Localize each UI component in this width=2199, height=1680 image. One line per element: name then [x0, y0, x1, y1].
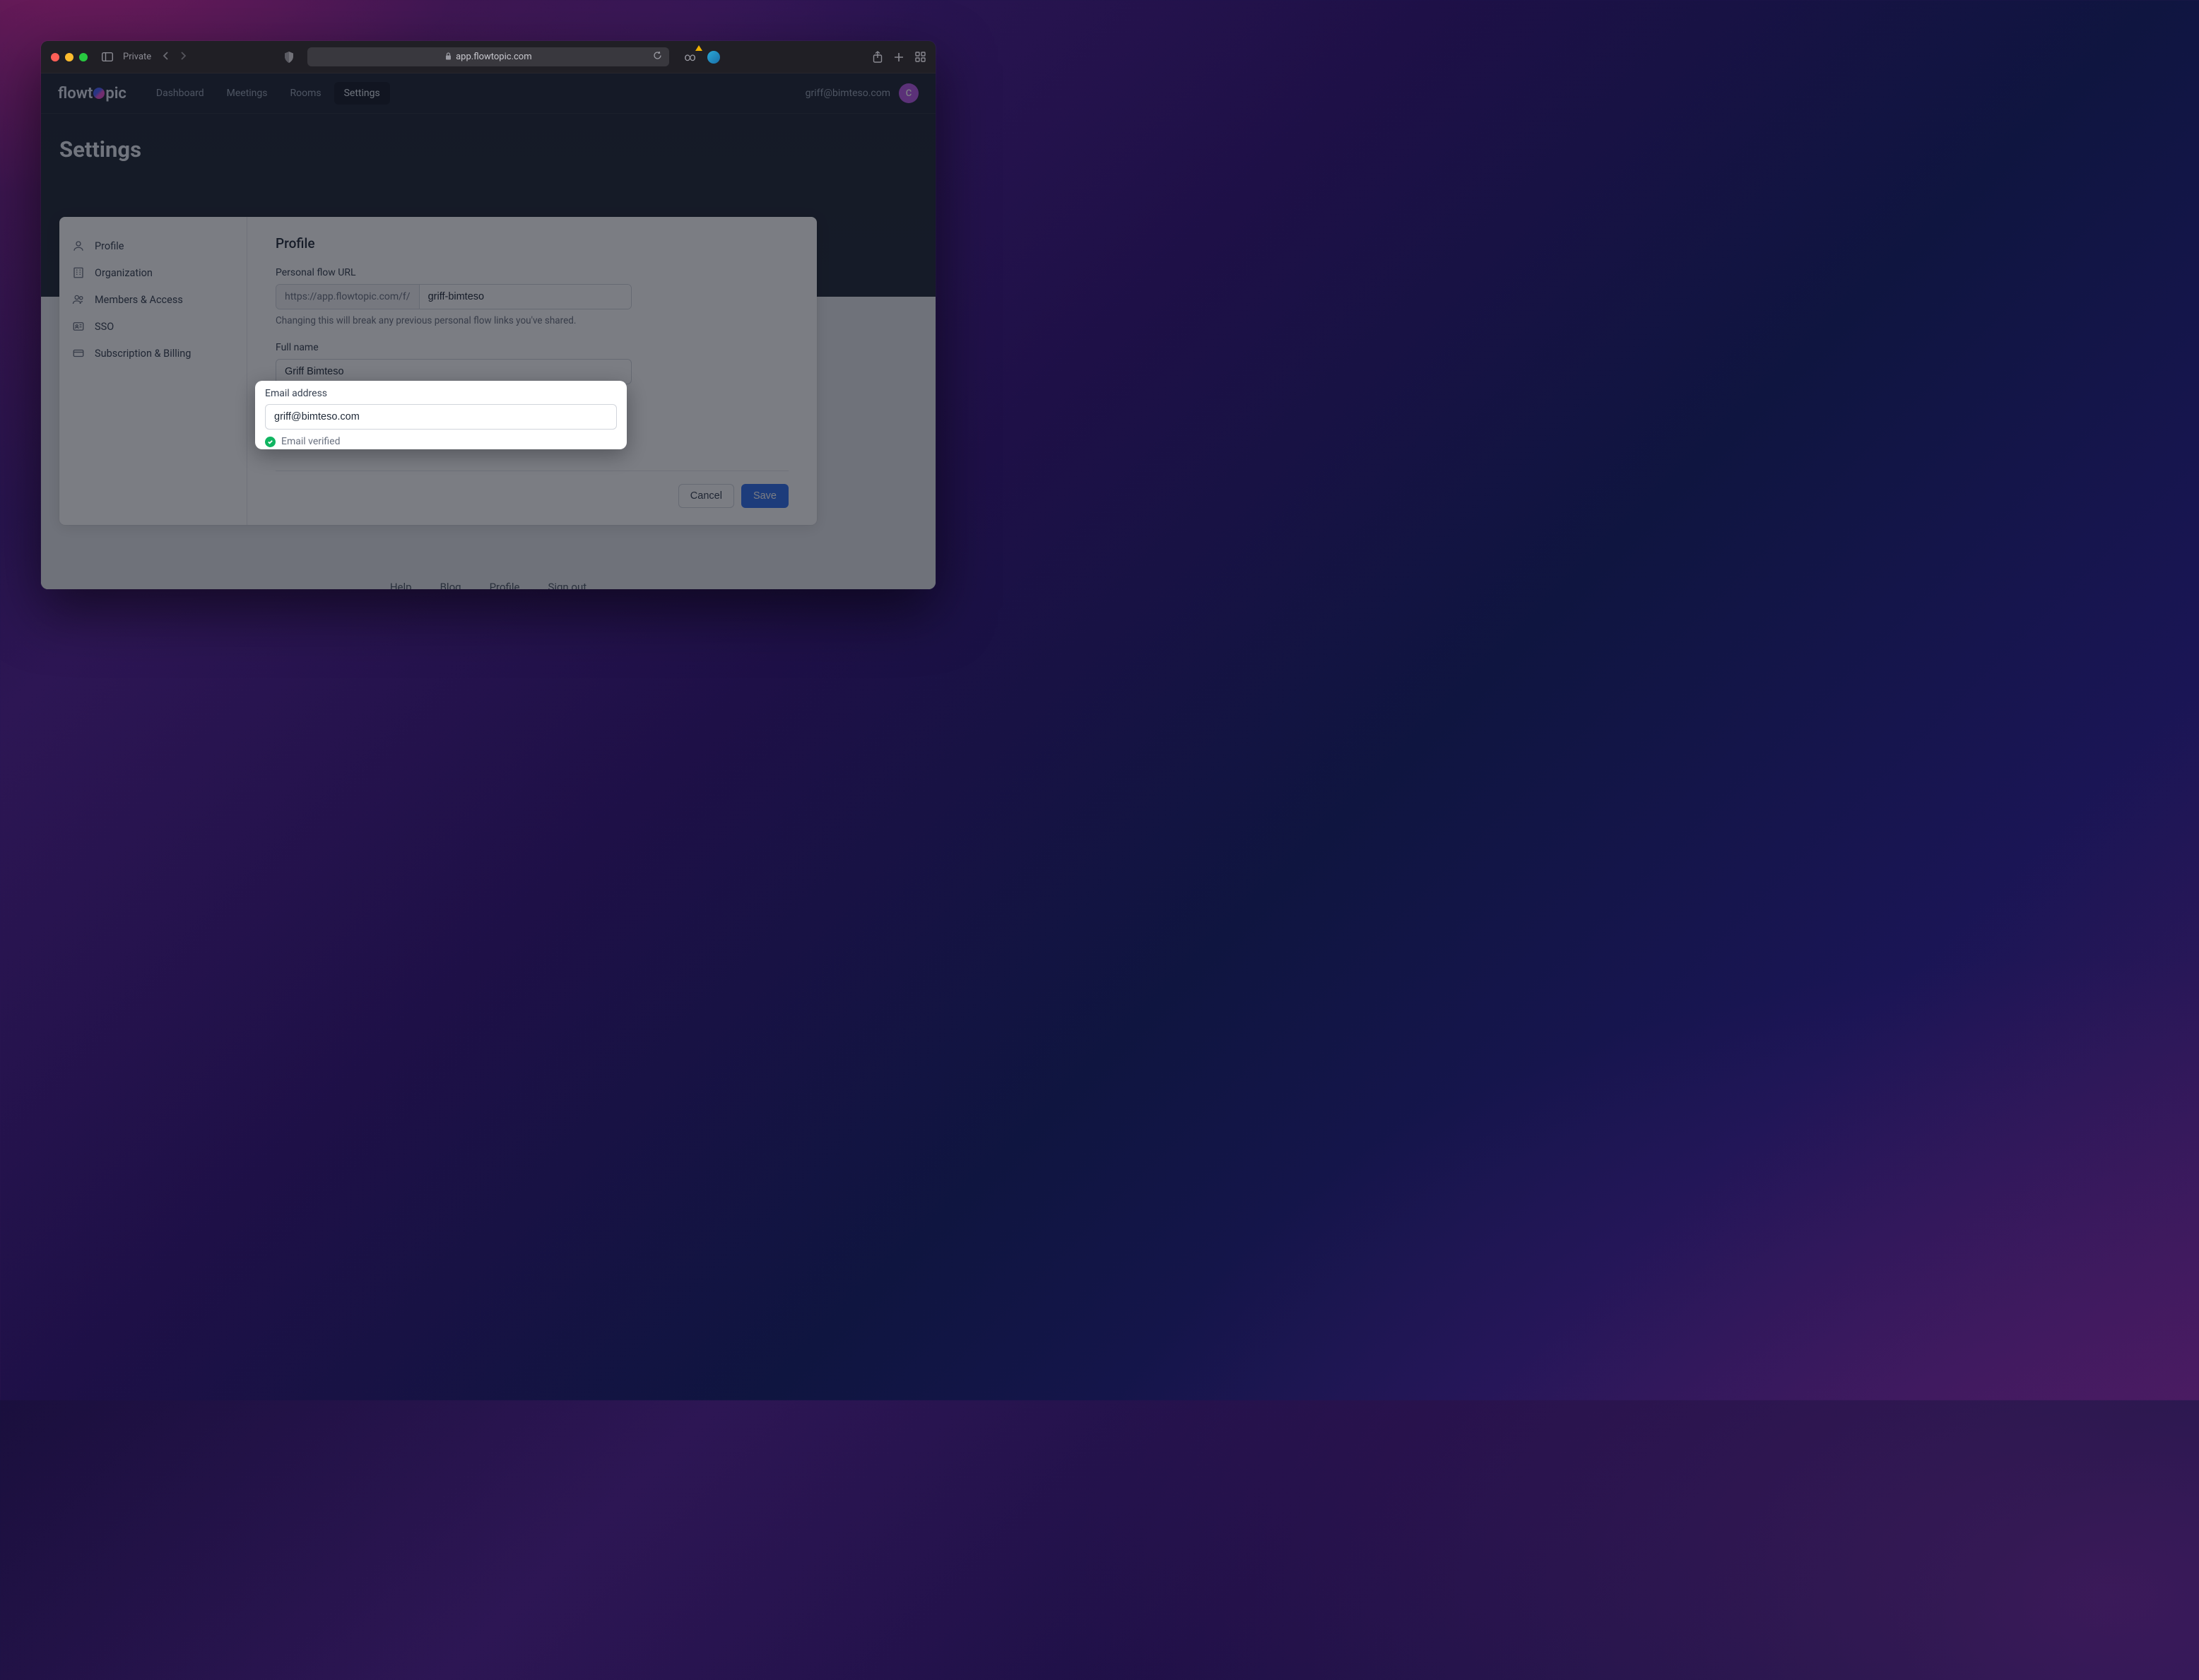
privacy-shield-icon[interactable]: [284, 52, 294, 63]
maximize-window-button[interactable]: [79, 53, 88, 61]
cancel-button[interactable]: Cancel: [678, 484, 734, 508]
sidebar-label: SSO: [95, 321, 114, 333]
forward-button[interactable]: [179, 50, 187, 64]
settings-sidebar: Profile Organization Members & Access SS…: [59, 217, 247, 525]
sidebar-item-sso[interactable]: SSO: [59, 313, 247, 340]
browser-window: Private app.flowtopic.com: [41, 41, 936, 589]
url-text: app.flowtopic.com: [456, 52, 532, 62]
tracker-icon[interactable]: ∞: [685, 50, 696, 64]
building-icon: [72, 266, 85, 279]
credit-card-icon: [72, 347, 85, 360]
field-flow-url: Personal flow URL https://app.flowtopic.…: [276, 267, 789, 326]
app-logo[interactable]: flowt pic: [58, 85, 126, 102]
flow-url-input[interactable]: [420, 285, 631, 309]
flow-url-input-group: https://app.flowtopic.com/f/: [276, 284, 632, 309]
sidebar-item-billing[interactable]: Subscription & Billing: [59, 340, 247, 367]
footer-blog[interactable]: Blog: [440, 581, 461, 589]
footer-help[interactable]: Help: [390, 581, 412, 589]
footer-profile[interactable]: Profile: [490, 581, 520, 589]
logo-text-post: pic: [105, 85, 126, 102]
sidebar-item-organization[interactable]: Organization: [59, 259, 247, 286]
logo-dot-icon: [93, 88, 105, 99]
save-button[interactable]: Save: [741, 484, 789, 508]
tab-overview-icon[interactable]: [915, 52, 926, 62]
check-circle-icon: [265, 437, 276, 447]
sidebar-item-members[interactable]: Members & Access: [59, 286, 247, 313]
sidebar-label: Subscription & Billing: [95, 348, 191, 360]
browser-chrome: Private app.flowtopic.com: [41, 41, 936, 73]
close-window-button[interactable]: [51, 53, 59, 61]
field-full-name: Full name: [276, 342, 789, 384]
app-nav: flowt pic Dashboard Meetings Rooms Settin…: [41, 73, 936, 114]
sidebar-toggle-icon[interactable]: [102, 52, 113, 61]
footer-signout[interactable]: Sign out: [548, 581, 586, 589]
share-icon[interactable]: [873, 51, 883, 63]
id-badge-icon: [72, 320, 85, 333]
nav-items: Dashboard Meetings Rooms Settings: [146, 82, 390, 105]
flow-url-label: Personal flow URL: [276, 267, 789, 278]
lock-icon: [445, 52, 452, 62]
reload-button[interactable]: [653, 51, 662, 63]
form-actions: Cancel Save: [276, 484, 789, 508]
email-highlight: Email address Email verified: [255, 381, 627, 449]
sidebar-label: Organization: [95, 267, 153, 279]
email-verified-row: Email verified: [265, 436, 617, 447]
flow-url-helper: Changing this will break any previous pe…: [276, 315, 789, 326]
traffic-lights: [51, 53, 88, 61]
settings-main: Profile Personal flow URL https://app.fl…: [247, 217, 817, 525]
email-label: Email address: [265, 388, 617, 399]
user-icon: [72, 239, 85, 252]
sidebar-label: Profile: [95, 240, 124, 252]
new-tab-icon[interactable]: [894, 52, 904, 62]
nav-dashboard[interactable]: Dashboard: [146, 82, 214, 105]
page: flowt pic Dashboard Meetings Rooms Settin…: [41, 73, 936, 589]
settings-card: Profile Organization Members & Access SS…: [59, 217, 817, 525]
users-icon: [72, 293, 85, 306]
email-input[interactable]: [265, 404, 617, 430]
flow-url-prefix: https://app.flowtopic.com/f/: [276, 285, 420, 309]
private-badge: Private: [123, 52, 151, 62]
sidebar-item-profile[interactable]: Profile: [59, 232, 247, 259]
extension-icon[interactable]: [707, 51, 720, 64]
page-title: Settings: [41, 114, 936, 162]
nav-rooms[interactable]: Rooms: [281, 82, 331, 105]
nav-meetings[interactable]: Meetings: [217, 82, 278, 105]
warning-badge-icon: [695, 45, 702, 51]
avatar[interactable]: C: [899, 83, 919, 103]
url-bar[interactable]: app.flowtopic.com: [307, 47, 669, 66]
user-email[interactable]: griff@bimteso.com: [806, 88, 890, 99]
sidebar-label: Members & Access: [95, 294, 183, 306]
section-heading: Profile: [276, 235, 789, 252]
back-button[interactable]: [163, 50, 170, 64]
nav-settings[interactable]: Settings: [334, 82, 390, 105]
footer-links: Help Blog Profile Sign out: [41, 581, 936, 589]
full-name-label: Full name: [276, 342, 789, 353]
email-verified-text: Email verified: [281, 436, 340, 447]
logo-text-pre: flowt: [58, 85, 93, 102]
minimize-window-button[interactable]: [65, 53, 73, 61]
